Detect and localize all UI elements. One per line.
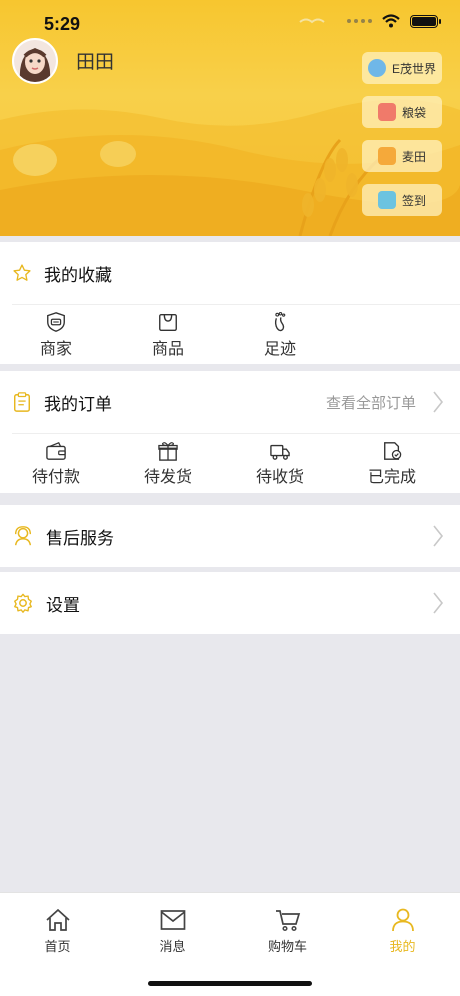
footprint-icon	[274, 312, 286, 332]
order-pending-shipment-label: 待发货	[143, 469, 192, 486]
wallet-icon	[46, 442, 66, 460]
order-pending-shipment[interactable]: 待发货	[112, 434, 224, 494]
mail-icon	[160, 909, 185, 930]
truck-icon	[270, 444, 290, 460]
order-pending-receipt[interactable]: 待收货	[224, 434, 336, 494]
tab-me[interactable]: 我的	[345, 893, 460, 963]
wheat-field-button[interactable]: 麦田	[362, 140, 442, 172]
favorites-title: 我的收藏	[44, 265, 112, 285]
cart-icon	[275, 909, 300, 931]
order-completed[interactable]: 已完成	[336, 434, 448, 494]
profile-header: 5:29 田田 E茂世界 粮袋 麦田 签到	[0, 0, 460, 236]
tab-me-label: 我的	[389, 938, 416, 954]
check-in-button[interactable]: 签到	[362, 184, 442, 216]
avatar[interactable]	[12, 38, 58, 84]
tab-cart-label: 购物车	[267, 938, 307, 954]
check-in-label: 签到	[401, 193, 426, 208]
battery-icon	[410, 14, 441, 28]
done-doc-icon	[384, 442, 402, 460]
chevron-right-icon	[433, 592, 444, 614]
browsing-footprint-label: 足迹	[263, 341, 296, 358]
order-pending-payment[interactable]: 待付款	[0, 434, 112, 494]
world-button[interactable]: E茂世界	[362, 52, 442, 84]
chevron-right-icon	[433, 525, 444, 547]
bag-icon	[159, 313, 177, 331]
favorite-stores-label: 商家	[39, 341, 72, 358]
settings-row[interactable]: 设置	[0, 572, 460, 634]
tab-home-label: 首页	[44, 938, 71, 954]
after-sales-row[interactable]: 售后服务	[0, 505, 460, 567]
gear-icon	[14, 593, 32, 613]
after-sales-title: 售后服务	[46, 528, 114, 548]
wheat-field-label: 麦田	[401, 149, 426, 164]
order-completed-label: 已完成	[367, 469, 416, 486]
service-agent-icon	[14, 526, 32, 546]
username[interactable]: 田田	[76, 47, 114, 74]
orders-title: 我的订单	[44, 394, 112, 414]
chevron-right-icon	[433, 391, 444, 413]
grain-bag-label: 粮袋	[401, 105, 426, 120]
settings-title: 设置	[46, 595, 80, 615]
world-button-label: E茂世界	[391, 61, 436, 76]
signal-icon	[347, 19, 372, 23]
favorites-header: 我的收藏	[0, 242, 460, 304]
calendar-icon	[377, 191, 396, 209]
favorites-section: 我的收藏 商家 商品 足迹	[0, 242, 460, 364]
shop-icon	[377, 103, 396, 121]
tab-cart[interactable]: 购物车	[230, 893, 345, 963]
globe-icon	[367, 59, 386, 77]
order-pending-payment-label: 待付款	[31, 469, 80, 486]
tab-messages[interactable]: 消息	[115, 893, 230, 963]
grain-bag-button[interactable]: 粮袋	[362, 96, 442, 128]
order-pending-receipt-label: 待收货	[255, 469, 304, 486]
home-indicator	[148, 981, 312, 986]
tab-home[interactable]: 首页	[0, 893, 115, 963]
view-all-orders-link[interactable]: 查看全部订单	[326, 392, 416, 413]
wifi-icon	[382, 14, 400, 28]
favorite-products[interactable]: 商品	[112, 305, 224, 365]
status-time: 5:29	[44, 14, 81, 34]
tab-bar: 首页 消息 购物车 我的	[0, 892, 460, 996]
person-icon	[391, 908, 414, 931]
orders-header[interactable]: 我的订单 查看全部订单	[0, 371, 460, 433]
home-icon	[45, 908, 70, 931]
gift-icon	[158, 442, 178, 461]
star-icon	[13, 264, 31, 281]
store-icon	[47, 312, 65, 332]
people-icon	[377, 147, 396, 165]
orders-section: 我的订单 查看全部订单 待付款 待发货 待收货 已完成	[0, 371, 460, 493]
clipboard-icon	[14, 392, 30, 412]
favorite-stores[interactable]: 商家	[0, 305, 112, 365]
status-bar: 5:29	[0, 0, 460, 48]
tab-messages-label: 消息	[159, 938, 186, 954]
browsing-footprint[interactable]: 足迹	[224, 305, 336, 365]
favorite-products-label: 商品	[151, 341, 184, 358]
